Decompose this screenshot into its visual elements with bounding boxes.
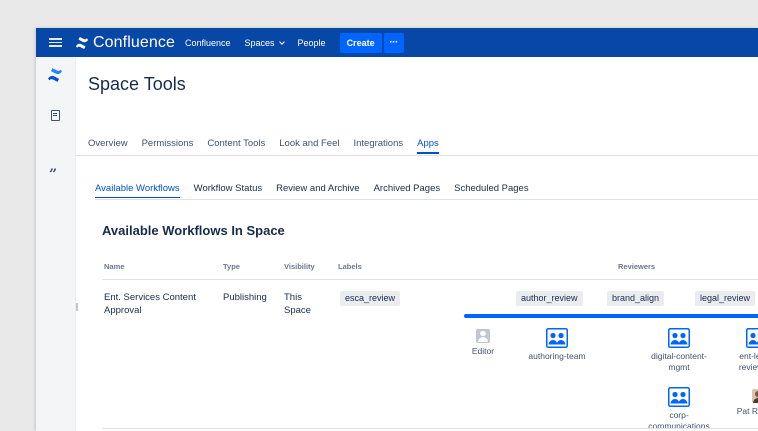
chevron-down-icon — [278, 38, 285, 45]
tab-look-and-feel[interactable]: Look and Feel — [279, 138, 339, 154]
stage-legal-review: legal_review — [695, 291, 756, 306]
tab-integrations[interactable]: Integrations — [353, 138, 403, 154]
main-content: Space Tools Overview Permissions Content… — [76, 57, 758, 431]
people-link[interactable]: People — [298, 38, 326, 48]
spaces-label: Spaces — [244, 37, 275, 48]
workflow-subtabs: Available Workflows Workflow Status Revi… — [95, 183, 529, 198]
user-avatar-icon — [476, 329, 490, 343]
workflow-visibility: This Space — [284, 292, 311, 316]
group-icon — [668, 387, 690, 407]
brand-name: Confluence — [93, 33, 175, 51]
tab-overview[interactable]: Overview — [88, 138, 128, 154]
column-header-reviewers: Reviewers — [618, 262, 656, 271]
brand-sub: Confluence — [184, 37, 231, 48]
people-label: People — [297, 37, 326, 48]
tab-apps[interactable]: Apps — [417, 138, 439, 154]
section-title: Available Workflows In Space — [102, 223, 285, 238]
create-button[interactable]: Create — [339, 32, 382, 53]
column-header-visibility: Visibility — [284, 262, 315, 271]
subtab-workflow-status[interactable]: Workflow Status — [194, 183, 262, 198]
brand[interactable]: Confluence Confluence — [75, 34, 231, 52]
quote-icon[interactable]: ” — [49, 167, 57, 183]
app-window: Confluence Confluence Spaces People Crea… — [36, 28, 758, 431]
reviewer-ent-legal-label: ent-legal-reviewers — [738, 351, 758, 372]
column-header-type: Type — [223, 262, 240, 271]
subtabs-divider — [95, 199, 758, 200]
spaces-menu[interactable]: Spaces — [244, 37, 285, 48]
reviewer-digital-content-label: digital-content-mgmt — [651, 351, 707, 372]
reviewer-progress-bar — [464, 314, 758, 318]
user-avatar-icon — [752, 389, 758, 403]
create-more-button[interactable]: ··· — [383, 32, 404, 53]
subtab-review-and-archive[interactable]: Review and Archive — [276, 183, 359, 198]
tab-content-tools[interactable]: Content Tools — [207, 138, 265, 154]
subtab-scheduled-pages[interactable]: Scheduled Pages — [454, 183, 528, 198]
tabs-divider — [76, 155, 758, 156]
reviewer-editor: Editor — [456, 329, 510, 357]
stage-author-review: author_review — [516, 291, 583, 306]
workflow-type: Publishing — [223, 292, 267, 303]
page-title: Space Tools — [88, 74, 186, 94]
reviewer-pat-rogers-label: Pat Rogers — [736, 406, 758, 416]
space-tools-tabs: Overview Permissions Content Tools Look … — [88, 138, 439, 154]
table-header-divider — [102, 279, 758, 280]
page-icon[interactable] — [51, 110, 60, 121]
left-rail: ” — [36, 57, 76, 431]
label-lozenge[interactable]: esca_review — [340, 291, 401, 306]
group-icon — [668, 328, 690, 348]
confluence-logo-icon — [75, 36, 89, 49]
resize-handle[interactable] — [76, 303, 78, 311]
reviewer-ent-legal-reviewers[interactable]: ent-legal-reviewers — [726, 328, 758, 373]
group-icon — [546, 328, 568, 348]
group-icon — [746, 328, 758, 348]
top-navigation: Confluence Confluence Spaces People Crea… — [36, 28, 758, 57]
column-header-name: Name — [104, 262, 125, 271]
hamburger-icon[interactable] — [49, 38, 62, 47]
reviewer-digital-content-mgmt[interactable]: digital-content-mgmt — [634, 328, 724, 373]
table-row-divider — [102, 428, 758, 429]
stage-brand-align: brand_align — [607, 291, 665, 306]
reviewer-corp-communications[interactable]: corp-communications — [634, 387, 724, 431]
tab-permissions[interactable]: Permissions — [142, 138, 194, 154]
subtab-archived-pages[interactable]: Archived Pages — [374, 183, 441, 198]
column-header-labels: Labels — [338, 262, 362, 271]
reviewer-editor-label: Editor — [471, 346, 495, 356]
reviewer-authoring-team-label: authoring-team — [528, 351, 586, 361]
reviewer-pat-rogers[interactable]: Pat Rogers — [728, 389, 758, 417]
subtab-available-workflows[interactable]: Available Workflows — [95, 183, 180, 198]
confluence-logo-icon[interactable] — [47, 67, 63, 83]
reviewer-authoring-team[interactable]: authoring-team — [512, 328, 602, 362]
workflow-name[interactable]: Ent. Services Content Approval — [104, 292, 214, 317]
